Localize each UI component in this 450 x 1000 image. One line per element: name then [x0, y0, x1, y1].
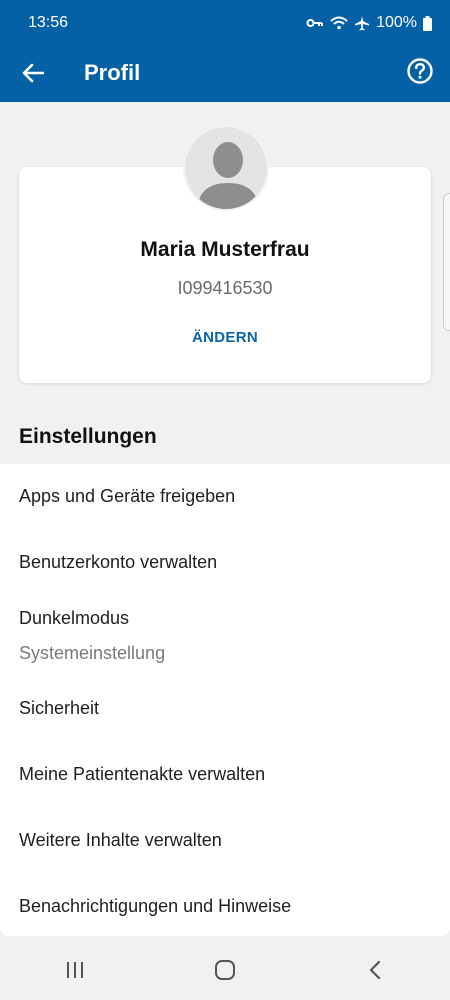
app-bar: Profil — [0, 46, 450, 102]
settings-item-dark-mode[interactable]: Dunkelmodus — [19, 608, 129, 629]
back-button[interactable] — [18, 58, 48, 88]
wifi-icon — [330, 16, 348, 30]
help-button[interactable] — [406, 57, 434, 85]
help-icon — [407, 58, 433, 84]
avatar[interactable] — [183, 125, 269, 211]
profile-name: Maria Musterfrau — [140, 238, 310, 261]
settings-item-patient-record[interactable]: Meine Patientenakte verwalten — [19, 764, 265, 785]
person-silhouette-icon — [197, 142, 259, 209]
side-panel-edge — [443, 193, 450, 331]
vpn-key-icon — [306, 17, 324, 29]
status-time: 13:56 — [28, 14, 69, 31]
settings-list: Apps und Geräte freigeben Benutzerkonto … — [0, 464, 450, 936]
system-back-button[interactable] — [345, 950, 405, 990]
page-title: Profil — [84, 60, 141, 85]
profile-id: I099416530 — [177, 278, 273, 298]
battery-percent: 100% — [376, 14, 417, 31]
home-icon — [215, 960, 235, 980]
settings-item-further-content[interactable]: Weitere Inhalte verwalten — [19, 830, 222, 851]
airplane-icon — [354, 15, 370, 31]
system-nav-bar — [0, 940, 450, 1000]
settings-item-apps-devices[interactable]: Apps und Geräte freigeben — [19, 486, 235, 507]
recent-apps-icon — [67, 962, 83, 978]
status-bar: 13:56 100% — [0, 0, 450, 46]
settings-item-dark-mode-value: Systemeinstellung — [19, 643, 166, 663]
recent-apps-button[interactable] — [45, 950, 105, 990]
battery-icon — [423, 15, 432, 31]
change-profile-button[interactable]: ÄNDERN — [175, 324, 275, 352]
home-button[interactable] — [195, 950, 255, 990]
settings-item-user-account[interactable]: Benutzerkonto verwalten — [19, 552, 217, 573]
back-arrow-icon — [22, 63, 44, 83]
status-icons: 100% — [306, 14, 432, 32]
back-icon — [369, 960, 381, 980]
settings-section-title: Einstellungen — [19, 425, 157, 448]
settings-item-notifications[interactable]: Benachrichtigungen und Hinweise — [19, 896, 291, 917]
settings-item-security[interactable]: Sicherheit — [19, 698, 99, 719]
